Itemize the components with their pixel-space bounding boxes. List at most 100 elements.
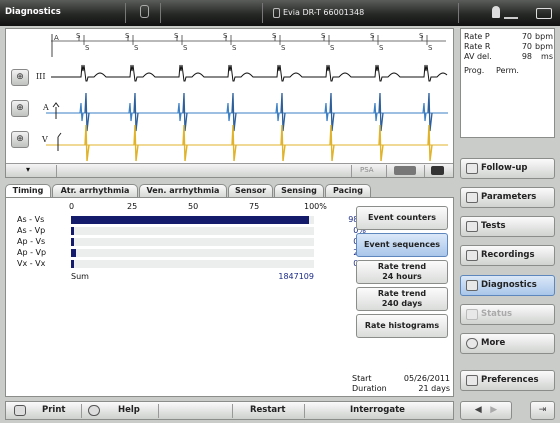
atrial-event [275,102,280,122]
event-counters-button[interactable]: Event counters [356,206,448,230]
duration-label: Duration [352,384,387,393]
implant-icon [273,8,280,18]
start-value: 05/26/2011 [403,374,450,383]
tests-icon [466,221,478,232]
marker-label: S [330,44,335,52]
parameters-button[interactable]: Parameters [460,187,555,208]
timing-row: As - Vp 0% [6,226,366,236]
timing-bar [71,216,310,224]
axis-tick: 100% [304,202,327,211]
bar-track [71,260,314,268]
bar-track [71,216,314,224]
bar-track [71,238,314,246]
tools-icon[interactable] [394,166,416,175]
rate-histograms-button[interactable]: Rate histograms [356,314,448,338]
follow-up-button[interactable]: Follow-up [460,158,555,179]
timing-bar [71,238,74,246]
tests-button[interactable]: Tests [460,216,555,237]
marker-label: S [428,44,433,52]
parameters-icon [466,192,478,203]
channel-label-iii: III [36,72,46,81]
sum-value: 1847109 [278,272,314,281]
atrial-event [373,102,378,122]
rate-label: Rate P [464,32,490,41]
help-button[interactable]: Help [118,402,140,419]
ecg-options-dropdown[interactable]: ▾ [26,165,30,174]
prog-value: Perm. [496,66,519,75]
duration-row: Duration 21 days [352,384,450,393]
marker-label: S [419,32,424,40]
psa-button[interactable]: PSA [360,166,374,174]
av-delay-row: AV del. 98 ms [464,52,554,62]
wrench-icon [466,375,478,386]
exit-button[interactable]: ⇥ [530,401,555,420]
interrogate-button[interactable]: Interrogate [350,402,405,419]
rate-trend-240d-button[interactable]: Rate trend 240 days [356,287,448,311]
print-button[interactable]: Print [42,402,65,419]
tab-sensor[interactable]: Sensor [228,184,273,197]
ecg-panel: ASSSSSSSSSSSSSSSS ⊕ ⊕ ⊕ III A V ▾ PSA [5,28,454,178]
camera-icon[interactable] [431,166,444,175]
zoom-atrial-button[interactable]: ⊕ [11,100,29,117]
lead-iii-trace [51,64,448,82]
timing-label: Ap - Vs [17,237,46,246]
marker-label: S [183,44,188,52]
atrial-event [79,102,84,122]
diagnostics-button[interactable]: Diagnostics [460,275,555,296]
timing-bar [71,249,76,257]
divider [125,3,126,23]
divider [304,404,305,418]
divider [158,404,159,418]
tab-timing[interactable]: Timing [5,184,51,198]
atrial-event [422,102,427,122]
ecg-toolbar: ▾ PSA [6,163,453,177]
bar-track [71,227,314,235]
divider [262,3,263,23]
restart-button[interactable]: Restart [250,402,285,419]
atrial-event [128,102,133,122]
event-sequences-button[interactable]: Event sequences [356,233,448,257]
recordings-button[interactable]: Recordings [460,245,555,266]
axis-tick: 75 [249,202,260,211]
battery-icon [536,8,552,19]
rate-panel: Rate P 70 bpm Rate R 70 bpm AV del. 98 ms Prog… [460,28,555,138]
tab-pacing[interactable]: Pacing [325,184,371,197]
atrial-event [324,102,329,122]
marker-label: S [272,32,277,40]
status-button[interactable]: Status [460,304,555,325]
bar-track [71,249,314,257]
zoom-ventricular-button[interactable]: ⊕ [11,131,29,148]
more-button[interactable]: More [460,333,555,354]
sidebar-item-label: Follow-up [481,163,528,173]
marker-label: S [134,44,139,52]
heart-icon [466,163,478,174]
marker-label: S [281,44,286,52]
back-arrow-icon[interactable]: ◀ [475,405,482,415]
window-title: Diagnostics [5,7,61,17]
lock-icon[interactable] [140,5,149,18]
divider [386,165,387,177]
rate-label: Rate R [464,42,491,51]
forward-arrow-icon[interactable]: ▶ [490,405,497,415]
sum-label: Sum [71,272,89,281]
rate-r-row: Rate R 70 bpm [464,42,554,52]
channel-label-v: V [42,135,48,144]
lead-v-calibration [57,132,62,151]
zoom-lead-iii-button[interactable]: ⊕ [11,69,29,86]
status-icon [466,309,478,320]
marker-label: S [125,32,130,40]
back-forward-button[interactable]: ◀ ▶ [460,401,512,420]
divider [232,404,233,418]
tab-ven-arrhythmia[interactable]: Ven. arrhythmia [139,184,227,197]
start-row: Start 05/26/2011 [352,374,450,383]
programmer-head-icon [492,6,500,18]
tab-atr-arrhythmia[interactable]: Atr. arrhythmia [52,184,138,197]
divider [160,3,161,23]
timing-panel: 0 25 50 75 100% As - Vs98%As - Vp0%Ap - … [5,197,454,397]
preferences-button[interactable]: Preferences [460,370,555,391]
tab-sensing[interactable]: Sensing [274,184,324,197]
navigation-buttons: ◀ ▶ ⇥ [460,401,555,420]
rate-trend-24h-button[interactable]: Rate trend 24 hours [356,260,448,284]
marker-label: S [232,44,237,52]
rate-unit: ms [541,52,553,61]
